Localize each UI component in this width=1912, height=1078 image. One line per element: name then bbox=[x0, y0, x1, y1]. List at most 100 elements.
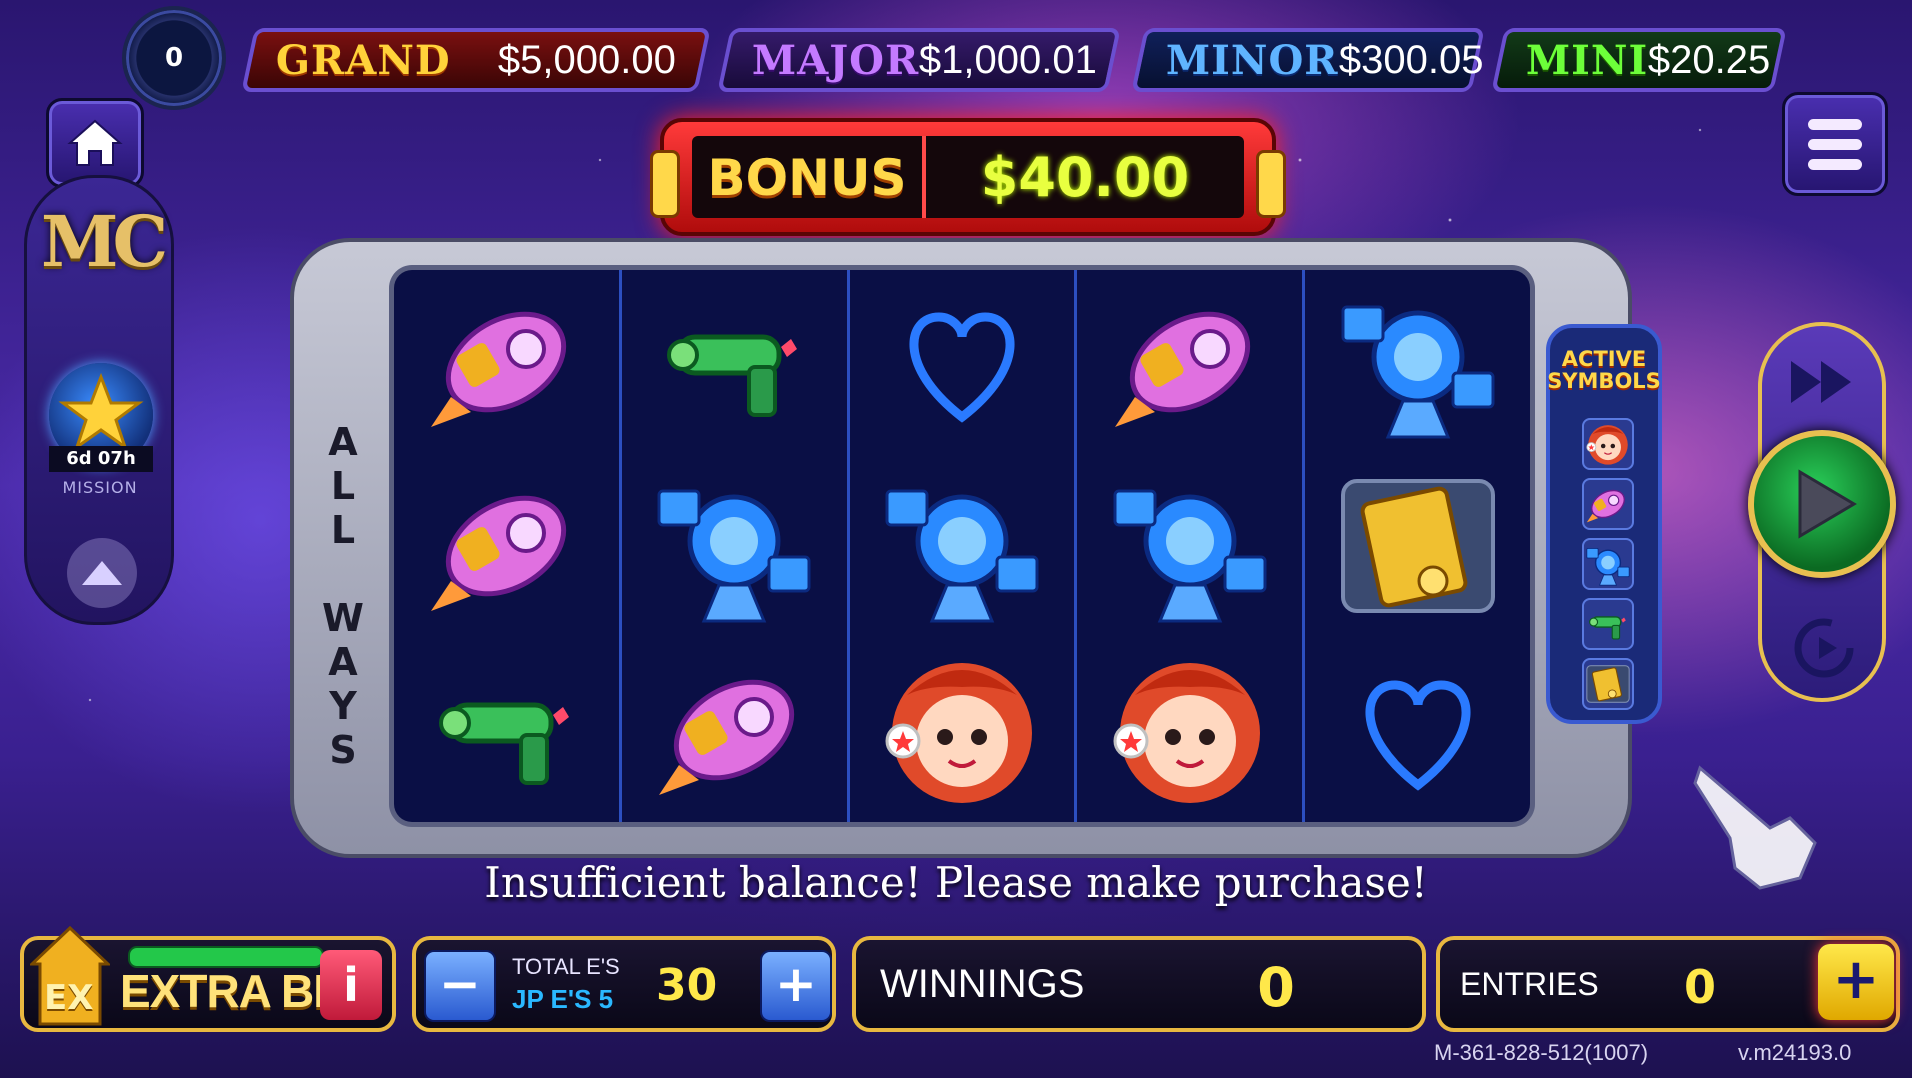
hamburger-icon-bar bbox=[1808, 138, 1862, 150]
jackpot-grand: GRAND $5,000.00 bbox=[241, 28, 711, 92]
astronaut-girl-symbol-icon bbox=[885, 663, 1032, 803]
version-label: v.m24193.0 bbox=[1738, 1040, 1852, 1065]
rocket-symbol-icon bbox=[431, 495, 567, 611]
reel-5 bbox=[1305, 270, 1530, 822]
reel-cell bbox=[1077, 638, 1302, 822]
jackpot-grand-label: GRAND bbox=[276, 36, 451, 84]
bonus-amount: $40.00 bbox=[980, 145, 1190, 209]
play-icon bbox=[1798, 469, 1857, 539]
extra-bet-info-button[interactable]: i bbox=[320, 950, 382, 1020]
jackpot-bet-label: JP E'S 5 bbox=[512, 984, 614, 1014]
reel-1 bbox=[394, 270, 622, 822]
active-symbol-rocket bbox=[1582, 478, 1634, 530]
jackpot-mini: MINI $20.25 bbox=[1491, 28, 1787, 92]
heart-symbol-icon bbox=[1365, 680, 1471, 791]
bonus-cap-right bbox=[1256, 150, 1286, 218]
chevron-up-icon bbox=[82, 561, 122, 585]
satellite-symbol-icon bbox=[1113, 489, 1267, 623]
jackpot-major-amount: $1,000.01 bbox=[919, 37, 1098, 82]
active-symbol-astronaut-girl bbox=[1582, 418, 1634, 470]
bet-value: 30 bbox=[656, 960, 718, 1011]
reel-3 bbox=[850, 270, 1078, 822]
reel-cell bbox=[622, 270, 847, 454]
gold-card-symbol-icon bbox=[1340, 479, 1495, 613]
active-symbols-title: ACTIVE SYMBOLS bbox=[1547, 347, 1661, 393]
bonus-label: BONUS bbox=[692, 136, 926, 218]
jackpot-minor-label: MINOR bbox=[1166, 36, 1339, 84]
jackpot-mini-label: MINI bbox=[1526, 36, 1649, 84]
collapse-panel-button[interactable] bbox=[67, 538, 137, 608]
mission-label: MISSION bbox=[62, 478, 138, 497]
reel-cell bbox=[850, 270, 1075, 454]
active-symbol-satellite bbox=[1582, 538, 1634, 590]
level-indicator: 0 bbox=[122, 6, 226, 110]
winnings-panel: WINNINGS 0 bbox=[852, 936, 1426, 1032]
spin-button[interactable] bbox=[1748, 430, 1896, 578]
total-bet-label: TOTAL E'S bbox=[512, 954, 620, 979]
hamburger-icon-bar bbox=[1808, 118, 1862, 130]
rocket-symbol-icon bbox=[1114, 311, 1250, 427]
winnings-label: WINNINGS bbox=[880, 962, 1085, 1006]
bet-panel: − TOTAL E'S JP E'S 5 30 + bbox=[412, 936, 836, 1032]
reel-4 bbox=[1077, 270, 1306, 822]
reel-grid[interactable] bbox=[394, 270, 1530, 822]
reel-cell bbox=[394, 270, 619, 454]
jackpot-mini-amount: $20.25 bbox=[1648, 37, 1771, 82]
reel-cell bbox=[394, 454, 619, 638]
reel-cell bbox=[1305, 638, 1530, 822]
gold-card-symbol-icon bbox=[1586, 665, 1630, 703]
reel-cell bbox=[394, 638, 619, 822]
reel-cell bbox=[622, 454, 847, 638]
reel-cell bbox=[850, 638, 1075, 822]
extra-bet-badge: EX bbox=[44, 978, 94, 1018]
mission-panel: MC 6d 07h MISSION bbox=[24, 175, 174, 625]
reel-cell bbox=[1305, 270, 1530, 454]
ray-gun-symbol-icon bbox=[667, 334, 798, 417]
reel-frame bbox=[290, 238, 1632, 858]
rocket-symbol-icon bbox=[659, 679, 795, 795]
status-message: Insufficient balance! Please make purcha… bbox=[484, 858, 1428, 907]
menu-button[interactable] bbox=[1782, 92, 1888, 196]
reel-2 bbox=[622, 270, 850, 822]
active-symbols-panel: ACTIVE SYMBOLS bbox=[1546, 324, 1662, 724]
reel-cell bbox=[1077, 454, 1302, 638]
jackpot-minor-amount: $300.05 bbox=[1338, 37, 1484, 82]
mission-timer: 6d 07h bbox=[49, 446, 153, 472]
entries-value: 0 bbox=[1683, 960, 1716, 1014]
satellite-symbol-icon bbox=[1586, 548, 1630, 586]
hamburger-icon-bar bbox=[1808, 158, 1862, 170]
mc-logo: MC bbox=[41, 200, 168, 283]
home-icon bbox=[67, 119, 123, 166]
jackpot-minor: MINOR $300.05 bbox=[1131, 28, 1485, 92]
satellite-symbol-icon bbox=[657, 489, 811, 623]
add-entries-button[interactable]: + bbox=[1818, 944, 1894, 1020]
all-ways-label: ALL WAYS bbox=[322, 420, 364, 772]
jackpot-major: MAJOR $1,000.01 bbox=[717, 28, 1121, 92]
entries-label: ENTRIES bbox=[1460, 966, 1599, 1002]
bonus-cap-left bbox=[650, 150, 680, 218]
decrease-bet-button[interactable]: − bbox=[424, 950, 496, 1022]
rocket-symbol-icon bbox=[1586, 489, 1625, 523]
winnings-value: 0 bbox=[1257, 956, 1295, 1019]
extra-bet-panel[interactable]: EX EXTRA BET i bbox=[20, 925, 396, 1032]
reel-cell bbox=[850, 454, 1075, 638]
fast-forward-icon bbox=[1791, 361, 1851, 403]
bonus-banner: BONUS $40.00 bbox=[650, 118, 1286, 236]
ray-gun-symbol-icon bbox=[439, 702, 570, 785]
reel-cell bbox=[1077, 270, 1302, 454]
jackpot-major-label: MAJOR bbox=[752, 36, 920, 84]
autoplay-icon bbox=[1794, 618, 1854, 678]
increase-bet-button[interactable]: + bbox=[760, 950, 832, 1022]
autoplay-button[interactable] bbox=[1784, 608, 1864, 688]
satellite-symbol-icon bbox=[1341, 305, 1495, 439]
satellite-symbol-icon bbox=[885, 489, 1039, 623]
reel-cell bbox=[622, 638, 847, 822]
machine-id: M-361-828-512(1007) bbox=[1434, 1040, 1649, 1065]
rocket-symbol-icon bbox=[431, 311, 567, 427]
heart-symbol-icon bbox=[909, 312, 1015, 423]
ray-gun-symbol-icon bbox=[1589, 616, 1626, 640]
fast-forward-button[interactable] bbox=[1776, 342, 1868, 422]
astronaut-girl-symbol-icon bbox=[1113, 663, 1260, 803]
entries-panel: ENTRIES 0 + bbox=[1436, 936, 1900, 1032]
active-symbol-ray-gun bbox=[1582, 598, 1634, 650]
